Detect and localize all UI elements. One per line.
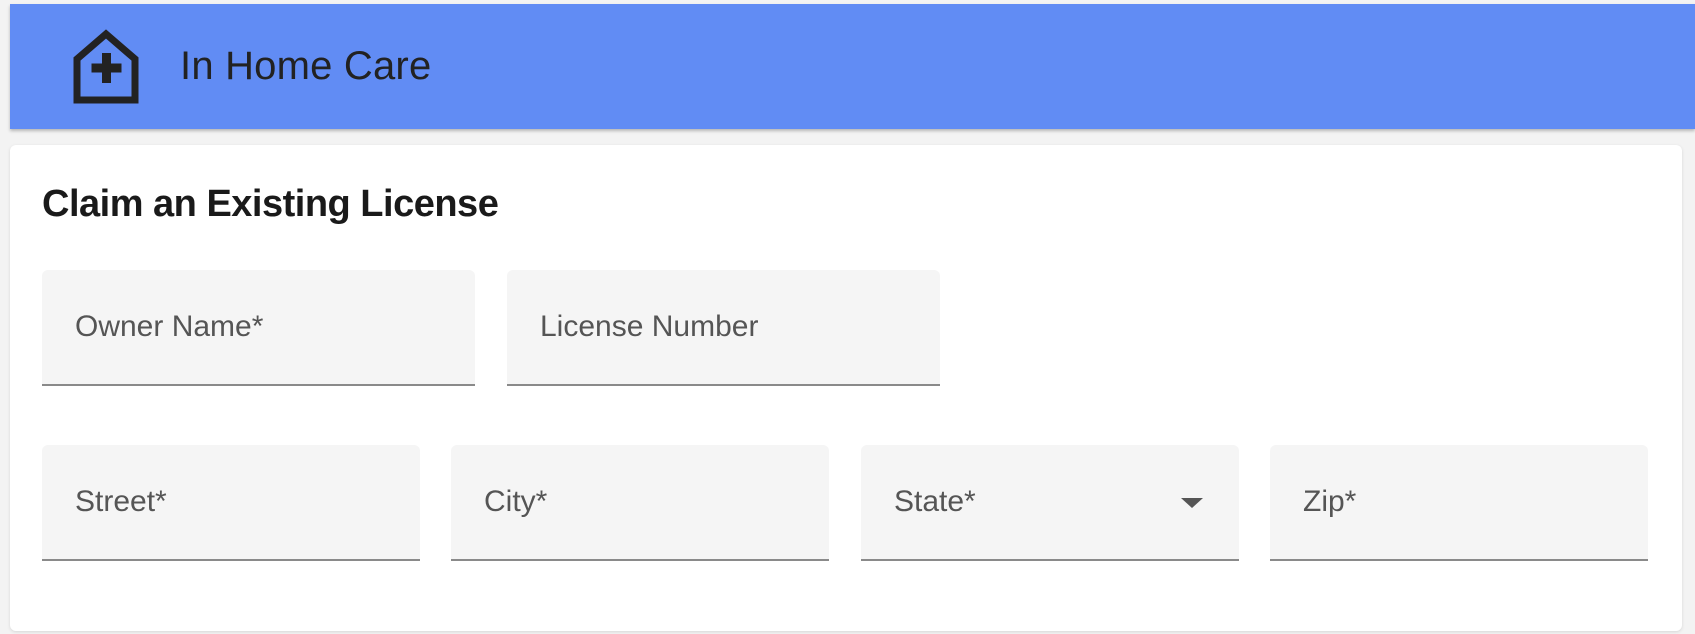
app-bar: In Home Care (10, 4, 1695, 129)
city-field[interactable]: City* (451, 445, 829, 561)
owner-name-label: Owner Name* (75, 310, 264, 343)
street-label: Street* (75, 485, 167, 518)
state-label: State* (894, 485, 976, 518)
form-title: Claim an Existing License (42, 183, 499, 225)
home-medical-icon (72, 28, 140, 105)
claim-license-card: Claim an Existing License Owner Name* Li… (10, 145, 1682, 631)
zip-label: Zip* (1303, 485, 1357, 518)
city-label: City* (484, 485, 548, 518)
license-number-field[interactable]: License Number (507, 270, 940, 386)
state-select[interactable]: State* (861, 445, 1239, 561)
chevron-down-icon[interactable] (1181, 498, 1203, 508)
license-number-label: License Number (540, 310, 759, 343)
zip-field[interactable]: Zip* (1270, 445, 1648, 561)
owner-name-field[interactable]: Owner Name* (42, 270, 475, 386)
street-field[interactable]: Street* (42, 445, 420, 561)
app-title: In Home Care (180, 44, 432, 88)
